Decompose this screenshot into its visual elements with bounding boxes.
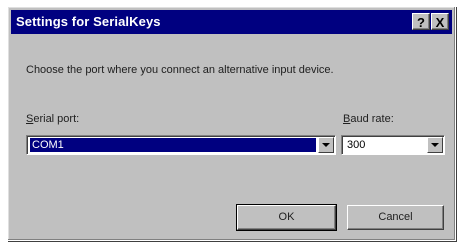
- serial-port-label-text: erial port:: [33, 113, 80, 125]
- serial-port-label: Serial port:: [26, 113, 79, 125]
- serial-port-value: COM1: [30, 138, 316, 152]
- baud-rate-value: 300: [347, 139, 366, 151]
- baud-rate-label: Baud rate:: [343, 113, 394, 125]
- chevron-down-icon: [322, 143, 330, 147]
- dialog-title: Settings for SerialKeys: [16, 14, 161, 29]
- serialkeys-dialog: Settings for SerialKeys ? X Choose the p…: [7, 6, 456, 241]
- serial-port-dropdown-button[interactable]: [318, 137, 334, 153]
- instruction-text: Choose the port where you connect an alt…: [26, 64, 334, 76]
- ok-button[interactable]: OK: [236, 204, 337, 231]
- cancel-button[interactable]: Cancel: [347, 205, 444, 230]
- baud-rate-dropdown-button[interactable]: [427, 137, 443, 153]
- title-bar[interactable]: Settings for SerialKeys ? X: [11, 10, 452, 34]
- baud-rate-select[interactable]: 300: [341, 135, 445, 155]
- serial-port-select[interactable]: COM1: [26, 135, 336, 155]
- help-button[interactable]: ?: [412, 13, 430, 30]
- close-button[interactable]: X: [431, 13, 449, 30]
- baud-rate-label-text: aud rate:: [350, 113, 394, 125]
- chevron-down-icon: [431, 143, 439, 147]
